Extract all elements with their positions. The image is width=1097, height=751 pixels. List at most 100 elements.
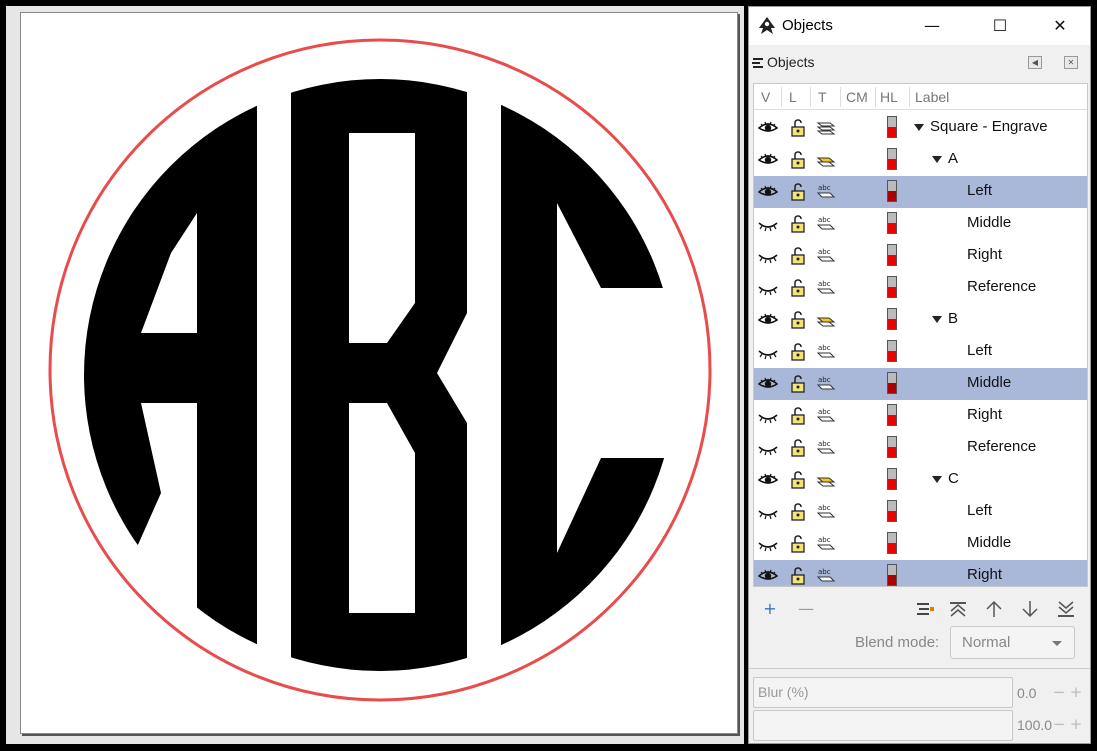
- expander-arrow-icon[interactable]: [914, 124, 924, 131]
- tree-row-label[interactable]: Middle: [967, 214, 1011, 231]
- tree-row-label[interactable]: Right: [967, 566, 1002, 583]
- column-highlight[interactable]: HL: [880, 89, 898, 105]
- opacity-value[interactable]: 100.0: [1017, 717, 1052, 733]
- tree-row-label[interactable]: Middle: [967, 534, 1011, 551]
- eye-closed-icon[interactable]: [758, 278, 778, 298]
- lock-open-icon[interactable]: [788, 502, 808, 522]
- tree-row-label[interactable]: Left: [967, 182, 992, 199]
- raise-to-top-icon[interactable]: [947, 599, 969, 619]
- column-visible[interactable]: V: [761, 89, 770, 105]
- tree-row[interactable]: B: [754, 304, 1087, 336]
- eye-closed-icon[interactable]: [758, 534, 778, 554]
- highlight-color-swatch[interactable]: [887, 116, 897, 138]
- lock-open-icon[interactable]: [788, 374, 808, 394]
- lock-open-icon[interactable]: [788, 470, 808, 490]
- document-page[interactable]: [20, 12, 738, 734]
- expander-arrow-icon[interactable]: [932, 476, 942, 483]
- tree-row[interactable]: abc Middle: [754, 528, 1087, 560]
- eye-open-icon[interactable]: [757, 118, 779, 138]
- objects-tree[interactable]: V L T CM HL Label Square - Engrave Aabc Le…: [753, 83, 1088, 587]
- lock-open-icon[interactable]: [788, 182, 808, 202]
- eye-open-icon[interactable]: [757, 150, 779, 170]
- maximize-button[interactable]: ☐: [977, 7, 1023, 45]
- lock-open-icon[interactable]: [788, 406, 808, 426]
- tree-row[interactable]: abc Right: [754, 240, 1087, 272]
- tree-row[interactable]: abc Reference: [754, 432, 1087, 464]
- blur-increment-button[interactable]: +: [1069, 683, 1083, 701]
- tree-row-label[interactable]: Left: [967, 342, 992, 359]
- tree-row[interactable]: abc Left: [754, 496, 1087, 528]
- eye-closed-icon[interactable]: [758, 342, 778, 362]
- tree-row-label[interactable]: Right: [967, 406, 1002, 423]
- expander-arrow-icon[interactable]: [932, 156, 942, 163]
- tree-row-label[interactable]: Square - Engrave: [930, 118, 1048, 135]
- lock-open-icon[interactable]: [788, 438, 808, 458]
- minimize-button[interactable]: —: [909, 7, 955, 45]
- lock-open-icon[interactable]: [788, 566, 808, 586]
- tree-row[interactable]: abc Left: [754, 336, 1087, 368]
- eye-open-icon[interactable]: [757, 566, 779, 586]
- eye-open-icon[interactable]: [757, 374, 779, 394]
- eye-closed-icon[interactable]: [758, 406, 778, 426]
- lock-open-icon[interactable]: [788, 342, 808, 362]
- highlight-color-swatch[interactable]: [887, 244, 897, 266]
- highlight-color-swatch[interactable]: [887, 212, 897, 234]
- lock-open-icon[interactable]: [788, 310, 808, 330]
- monogram-artwork[interactable]: [21, 13, 738, 734]
- column-locked[interactable]: L: [789, 89, 797, 105]
- tree-row[interactable]: abc Reference: [754, 272, 1087, 304]
- raise-icon[interactable]: [983, 599, 1005, 619]
- eye-closed-icon[interactable]: [758, 246, 778, 266]
- blur-decrement-button[interactable]: −: [1052, 683, 1066, 701]
- highlight-color-swatch[interactable]: [887, 372, 897, 394]
- eye-open-icon[interactable]: [757, 182, 779, 202]
- highlight-color-swatch[interactable]: [887, 308, 897, 330]
- highlight-color-swatch[interactable]: [887, 148, 897, 170]
- add-layer-button[interactable]: +: [759, 599, 781, 619]
- blur-value[interactable]: 0.0: [1017, 685, 1036, 701]
- eye-open-icon[interactable]: [757, 310, 779, 330]
- highlight-color-swatch[interactable]: [887, 468, 897, 490]
- tree-row-label[interactable]: B: [948, 310, 958, 327]
- column-type[interactable]: T: [818, 89, 827, 105]
- remove-object-button[interactable]: —: [795, 599, 817, 619]
- blur-field[interactable]: Blur (%): [753, 677, 1013, 708]
- dock-close-button[interactable]: ✕: [1064, 56, 1078, 69]
- tree-row-label[interactable]: Left: [967, 502, 992, 519]
- lock-open-icon[interactable]: [788, 534, 808, 554]
- opacity-decrement-button[interactable]: −: [1052, 715, 1066, 733]
- close-button[interactable]: ✕: [1037, 7, 1083, 45]
- canvas-area[interactable]: [6, 6, 744, 744]
- collapse-all-icon[interactable]: [913, 599, 935, 619]
- highlight-color-swatch[interactable]: [887, 500, 897, 522]
- tree-row[interactable]: abc Middle: [754, 368, 1087, 400]
- tree-row-label[interactable]: Right: [967, 246, 1002, 263]
- eye-closed-icon[interactable]: [758, 214, 778, 234]
- highlight-color-swatch[interactable]: [887, 340, 897, 362]
- lock-open-icon[interactable]: [788, 150, 808, 170]
- highlight-color-swatch[interactable]: [887, 436, 897, 458]
- tree-row-label[interactable]: C: [948, 470, 959, 487]
- highlight-color-swatch[interactable]: [887, 180, 897, 202]
- expander-arrow-icon[interactable]: [932, 316, 942, 323]
- lock-open-icon[interactable]: [788, 246, 808, 266]
- lock-open-icon[interactable]: [788, 118, 808, 138]
- lower-to-bottom-icon[interactable]: [1055, 599, 1077, 619]
- tree-row-label[interactable]: Reference: [967, 278, 1036, 295]
- tree-row-label[interactable]: A: [948, 150, 958, 167]
- highlight-color-swatch[interactable]: [887, 276, 897, 298]
- column-label[interactable]: Label: [915, 89, 949, 105]
- highlight-color-swatch[interactable]: [887, 564, 897, 586]
- tree-row[interactable]: abc Right: [754, 560, 1087, 586]
- opacity-field[interactable]: [753, 710, 1013, 741]
- tree-row[interactable]: A: [754, 144, 1087, 176]
- opacity-increment-button[interactable]: +: [1069, 715, 1083, 733]
- column-clip-mask[interactable]: CM: [846, 89, 868, 105]
- tree-row[interactable]: Square - Engrave: [754, 112, 1087, 144]
- dialog-titlebar[interactable]: Objects — ☐ ✕: [749, 7, 1090, 45]
- tree-row-label[interactable]: Reference: [967, 438, 1036, 455]
- tree-row[interactable]: abc Left: [754, 176, 1087, 208]
- blend-mode-select[interactable]: Normal: [950, 626, 1075, 659]
- eye-closed-icon[interactable]: [758, 438, 778, 458]
- eye-open-icon[interactable]: [757, 470, 779, 490]
